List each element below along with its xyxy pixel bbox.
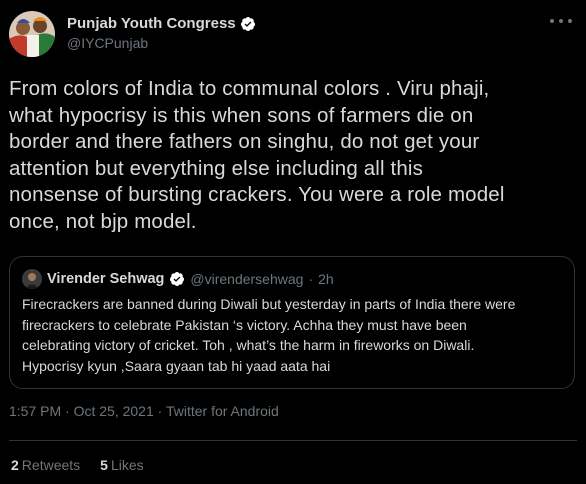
- divider: [9, 440, 577, 441]
- tweet-text-line: border and there fathers on singhu, do n…: [9, 130, 480, 153]
- tweet-text: From colors of India to communal colors …: [9, 76, 579, 235]
- tweet-date[interactable]: Oct 25, 2021: [74, 403, 154, 419]
- more-options-icon[interactable]: [550, 14, 572, 28]
- tweet-time[interactable]: 1:57 PM: [9, 403, 61, 419]
- quoted-text-line: firecrackers to celebrate Pakistan ‘s vi…: [22, 316, 467, 333]
- tweet-text-line: once, not bjp model.: [9, 209, 197, 233]
- quoted-text-line: celebrating victory of cricket. Toh , wh…: [22, 337, 475, 353]
- separator-dot: ·: [308, 271, 314, 287]
- quoted-tweet-text: Firecrackers are banned during Diwali bu…: [22, 294, 515, 376]
- likes-stat[interactable]: 5 Likes: [100, 457, 143, 473]
- tweet-text-line: what hypocrisy is this when sons of farm…: [9, 103, 474, 127]
- quoted-time[interactable]: 2h: [318, 271, 334, 287]
- separator-dot: ·: [65, 403, 74, 419]
- author-block: Punjab Youth Congress @IYCPunjab: [67, 15, 256, 51]
- avatar[interactable]: [9, 11, 55, 57]
- tweet-text-line: From colors of India to communal colors …: [9, 77, 490, 100]
- tweet-source[interactable]: Twitter for Android: [166, 403, 279, 419]
- tweet-text-line: nonsense of bursting crackers. You were …: [9, 183, 505, 206]
- quoted-text-line: Hypocrisy kyun ,Saara gyaan tab hi yaad …: [22, 357, 331, 374]
- quoted-handle[interactable]: @virendersehwag: [190, 271, 303, 287]
- quoted-display-name[interactable]: Virender Sehwag: [47, 271, 164, 287]
- like-count: 5: [100, 457, 108, 473]
- verified-badge-icon: [169, 271, 185, 287]
- verified-badge-icon: [240, 16, 256, 32]
- separator-dot: ·: [157, 403, 166, 419]
- tweet-text-line: attention but everything else including …: [9, 156, 424, 180]
- quoted-text-line: Firecrackers are banned during Diwali bu…: [22, 296, 516, 312]
- like-label: Likes: [110, 457, 144, 473]
- retweet-label: Retweets: [21, 457, 81, 473]
- timestamp-line: 1:57 PM · Oct 25, 2021 · Twitter for And…: [9, 403, 279, 419]
- retweets-stat[interactable]: 2 Retweets: [11, 457, 80, 473]
- quoted-avatar[interactable]: [22, 269, 42, 289]
- retweet-count: 2: [11, 457, 19, 473]
- quoted-tweet-card[interactable]: Virender Sehwag @virendersehwag · 2h Fir…: [9, 256, 575, 389]
- engagement-stats: 2 Retweets 5 Likes: [11, 457, 144, 473]
- display-name[interactable]: Punjab Youth Congress: [67, 15, 236, 32]
- handle[interactable]: @IYCPunjab: [67, 35, 256, 51]
